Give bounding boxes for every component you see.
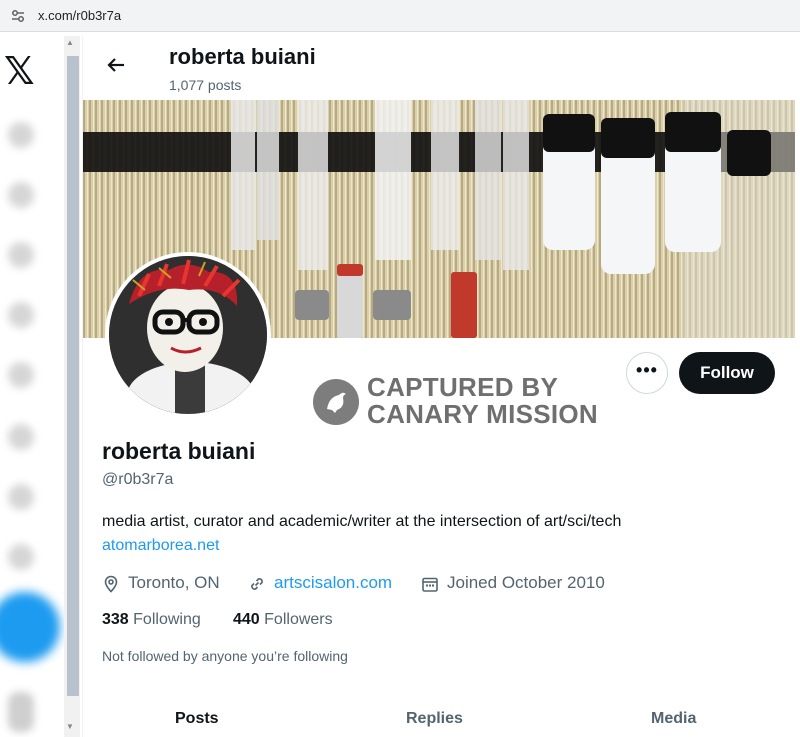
followers-link[interactable]: 440 Followers [233, 611, 333, 629]
account-switcher[interactable] [8, 692, 34, 732]
messages-icon[interactable] [8, 302, 34, 328]
following-label: Following [133, 611, 201, 628]
home-icon[interactable] [8, 122, 34, 148]
website-link[interactable]: artscisalon.com [274, 573, 392, 593]
not-followed-notice: Not followed by anyone you’re following [102, 648, 348, 664]
following-count: 338 [102, 611, 129, 628]
bio-link[interactable]: atomarborea.net [102, 537, 219, 555]
back-arrow-icon[interactable] [101, 50, 131, 80]
link-icon [251, 578, 263, 590]
header-display-name: roberta buiani [169, 44, 316, 69]
more-dots-icon: ••• [636, 360, 658, 380]
followers-label: Followers [264, 611, 333, 628]
location-pin-icon [104, 575, 118, 593]
scroll-up-arrow-icon[interactable]: ▲ [66, 38, 74, 47]
site-settings-icon[interactable] [10, 8, 26, 24]
follow-button[interactable]: Follow [679, 352, 775, 394]
browser-address-bar[interactable]: x.com/r0b3r7a [0, 0, 800, 32]
notifications-icon[interactable] [8, 242, 34, 268]
profile-column: roberta buiani 1,077 posts ••• Follow CA… [82, 36, 795, 737]
profile-handle: @r0b3r7a [102, 471, 174, 488]
followers-count: 440 [233, 611, 260, 628]
communities-icon[interactable] [8, 424, 34, 450]
calendar-icon [422, 577, 438, 592]
more-menu-icon[interactable] [8, 544, 34, 570]
following-link[interactable]: 338 Following [102, 611, 201, 629]
joined-text: Joined October 2010 [447, 573, 605, 592]
scrollbar-thumb[interactable] [67, 56, 79, 696]
url-text[interactable]: x.com/r0b3r7a [38, 8, 121, 23]
tab-posts[interactable]: Posts [175, 710, 219, 728]
x-logo-icon[interactable]: 𝕏 [4, 52, 35, 90]
more-options-button[interactable]: ••• [626, 352, 668, 394]
profile-header-bar: roberta buiani 1,077 posts [83, 36, 795, 100]
scroll-down-arrow-icon[interactable]: ▼ [66, 722, 74, 731]
watermark-line-2: CANARY MISSION [367, 399, 599, 429]
header-post-count: 1,077 posts [169, 77, 242, 93]
profile-icon[interactable] [8, 484, 34, 510]
watermark-text: CAPTURED BY CANARY MISSION [367, 374, 598, 428]
location-text: Toronto, ON [128, 573, 220, 592]
profile-display-name: roberta buiani [102, 438, 256, 464]
canary-bird-icon [313, 379, 359, 425]
profile-bio: media artist, curator and academic/write… [102, 513, 622, 530]
tab-replies[interactable]: Replies [406, 710, 463, 728]
left-navigation: 𝕏 [0, 32, 64, 737]
tab-media[interactable]: Media [651, 710, 696, 728]
explore-icon[interactable] [8, 182, 34, 208]
watermark-line-1: CAPTURED BY [367, 372, 559, 402]
profile-avatar[interactable] [105, 252, 271, 418]
post-button[interactable] [0, 592, 60, 662]
lists-icon[interactable] [8, 362, 34, 388]
